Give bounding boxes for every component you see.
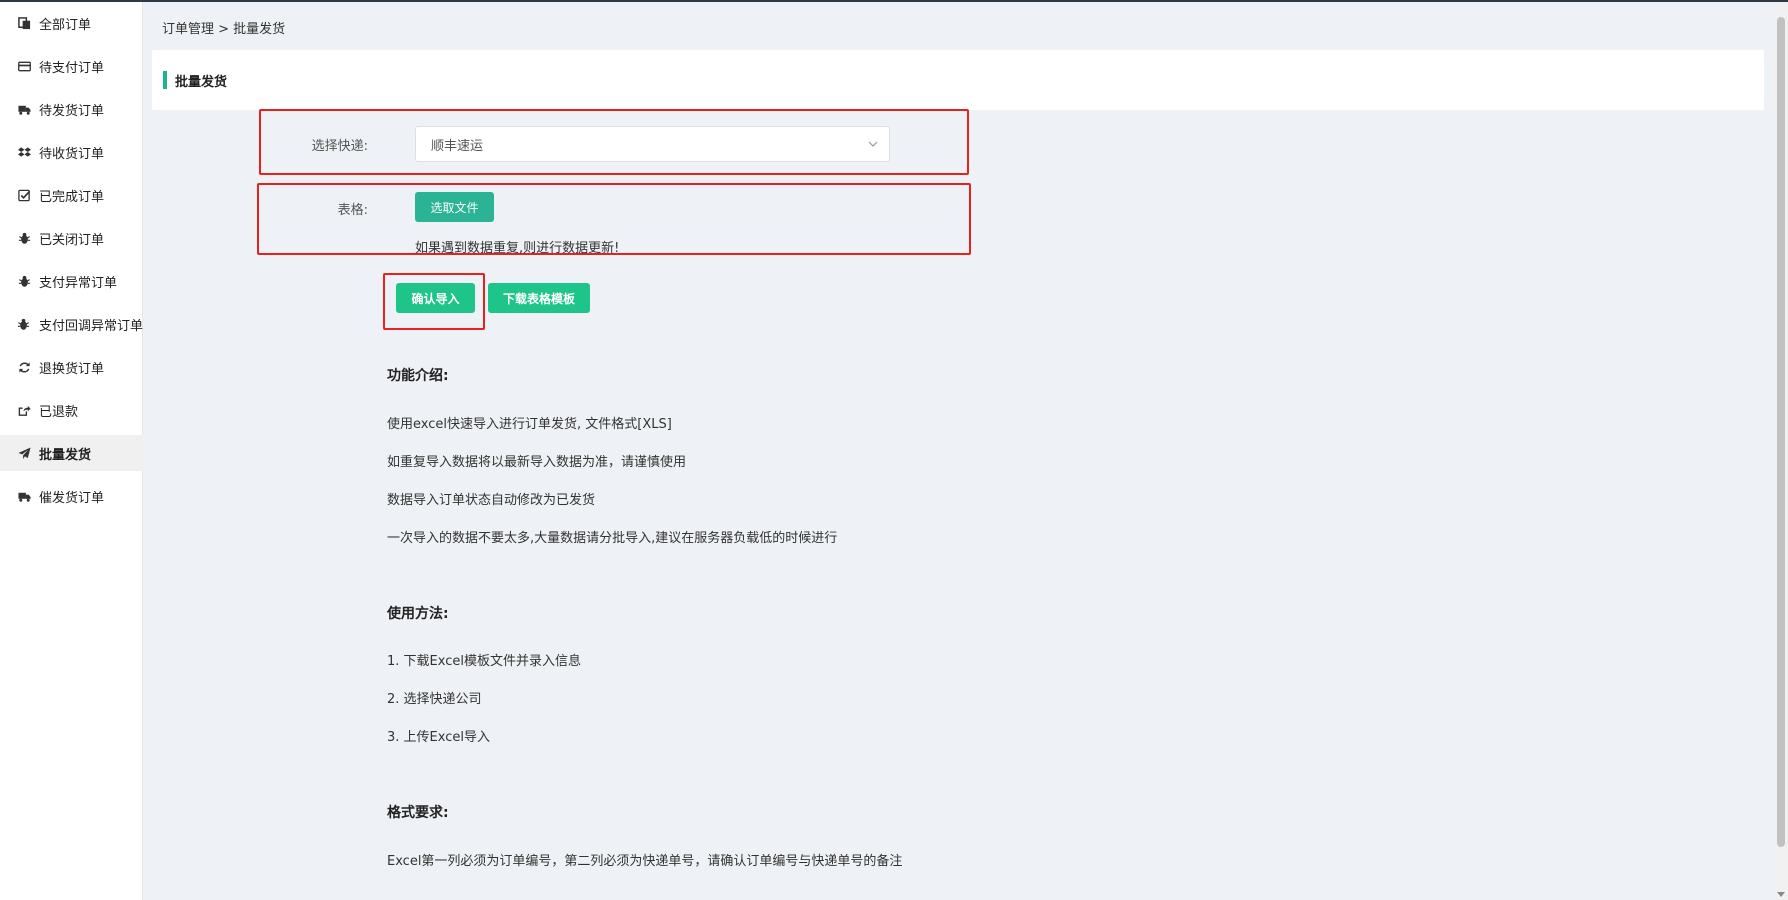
usage-line: 3. 上传Excel导入 bbox=[387, 730, 490, 745]
page-header-card: 批量发货 bbox=[152, 50, 1764, 110]
sidebar: 全部订单 待支付订单 待发货订单 待收货订单 已完成订单 已关闭订单 支付异常订… bbox=[0, 2, 143, 900]
table-label: 表格: bbox=[337, 203, 368, 218]
format-line: Excel第一列必须为订单编号，第二列必须为快递单号，请确认订单编号与快递单号的… bbox=[387, 854, 903, 869]
sidebar-item-label: 已关闭订单 bbox=[39, 232, 105, 248]
scroll-down-icon[interactable] bbox=[1777, 892, 1785, 897]
credit-card-icon bbox=[17, 59, 31, 73]
sidebar-item-label: 支付回调异常订单 bbox=[38, 318, 143, 334]
page-title: 批量发货 bbox=[175, 75, 228, 90]
sidebar-item-label: 批量发货 bbox=[39, 447, 92, 463]
top-border bbox=[0, 0, 1788, 2]
vertical-scrollbar[interactable] bbox=[1774, 2, 1788, 900]
accent-bar bbox=[163, 71, 167, 89]
sidebar-item-batch-shipping[interactable]: 批量发货 bbox=[0, 435, 143, 471]
intro-title: 功能介绍: bbox=[387, 368, 449, 384]
sidebar-item-closed[interactable]: 已关闭订单 bbox=[0, 220, 143, 256]
sidebar-item-pending-receipt[interactable]: 待收货订单 bbox=[0, 134, 143, 170]
bug-icon bbox=[17, 274, 31, 288]
sidebar-item-label: 支付异常订单 bbox=[39, 275, 118, 291]
sidebar-item-callback-exception[interactable]: 支付回调异常订单 bbox=[0, 306, 143, 342]
dropbox-icon bbox=[17, 145, 31, 159]
usage-line: 1. 下载Excel模板文件并录入信息 bbox=[387, 654, 581, 669]
sidebar-item-pending-payment[interactable]: 待支付订单 bbox=[0, 48, 143, 84]
sidebar-item-refunded[interactable]: 已退款 bbox=[0, 392, 143, 428]
intro-line: 使用excel快速导入进行订单发货, 文件格式[XLS] bbox=[387, 417, 672, 432]
sidebar-item-label: 已完成订单 bbox=[39, 189, 105, 205]
breadcrumb: 订单管理 > 批量发货 bbox=[162, 22, 286, 37]
bug-icon bbox=[17, 231, 31, 245]
intro-line: 数据导入订单状态自动修改为已发货 bbox=[387, 493, 596, 508]
sidebar-item-label: 全部订单 bbox=[39, 17, 92, 33]
copy-icon bbox=[17, 16, 31, 30]
express-label: 选择快递: bbox=[311, 139, 368, 154]
sidebar-item-label: 待收货订单 bbox=[39, 146, 105, 162]
sidebar-item-label: 待支付订单 bbox=[39, 60, 105, 76]
sidebar-item-all-orders[interactable]: 全部订单 bbox=[0, 5, 143, 41]
check-square-icon bbox=[17, 188, 31, 202]
scrollbar-thumb[interactable] bbox=[1777, 17, 1785, 847]
sidebar-item-pending-shipment[interactable]: 待发货订单 bbox=[0, 91, 143, 127]
usage-title: 使用方法: bbox=[387, 606, 449, 622]
truck-icon bbox=[17, 489, 31, 503]
chevron-down-icon bbox=[868, 141, 878, 147]
choose-file-button[interactable]: 选取文件 bbox=[415, 192, 494, 222]
sidebar-item-returns[interactable]: 退换货订单 bbox=[0, 349, 143, 385]
paper-plane-icon bbox=[17, 446, 31, 460]
express-select-value: 顺丰速运 bbox=[431, 138, 484, 154]
usage-line: 2. 选择快递公司 bbox=[387, 692, 482, 707]
refresh-icon bbox=[17, 360, 31, 374]
sidebar-item-payment-exception[interactable]: 支付异常订单 bbox=[0, 263, 143, 299]
sidebar-item-label: 已退款 bbox=[39, 404, 79, 420]
format-title: 格式要求: bbox=[387, 805, 449, 821]
express-select[interactable]: 顺丰速运 bbox=[415, 126, 890, 162]
sidebar-item-completed[interactable]: 已完成订单 bbox=[0, 177, 143, 213]
sidebar-item-label: 退换货订单 bbox=[39, 361, 105, 377]
intro-line: 如重复导入数据将以最新导入数据为准，请谨慎使用 bbox=[387, 455, 687, 470]
duplicate-hint: 如果遇到数据重复,则进行数据更新! bbox=[415, 241, 620, 256]
intro-line: 一次导入的数据不要太多,大量数据请分批导入,建议在服务器负载低的时候进行 bbox=[387, 531, 838, 546]
share-square-icon bbox=[17, 403, 31, 417]
sidebar-item-label: 催发货订单 bbox=[39, 490, 105, 506]
confirm-import-button[interactable]: 确认导入 bbox=[396, 283, 475, 313]
bug-icon bbox=[17, 317, 31, 331]
sidebar-item-label: 待发货订单 bbox=[39, 103, 105, 119]
truck-icon bbox=[17, 102, 31, 116]
download-template-button[interactable]: 下载表格模板 bbox=[488, 283, 590, 313]
sidebar-item-urge-shipment[interactable]: 催发货订单 bbox=[0, 478, 143, 514]
